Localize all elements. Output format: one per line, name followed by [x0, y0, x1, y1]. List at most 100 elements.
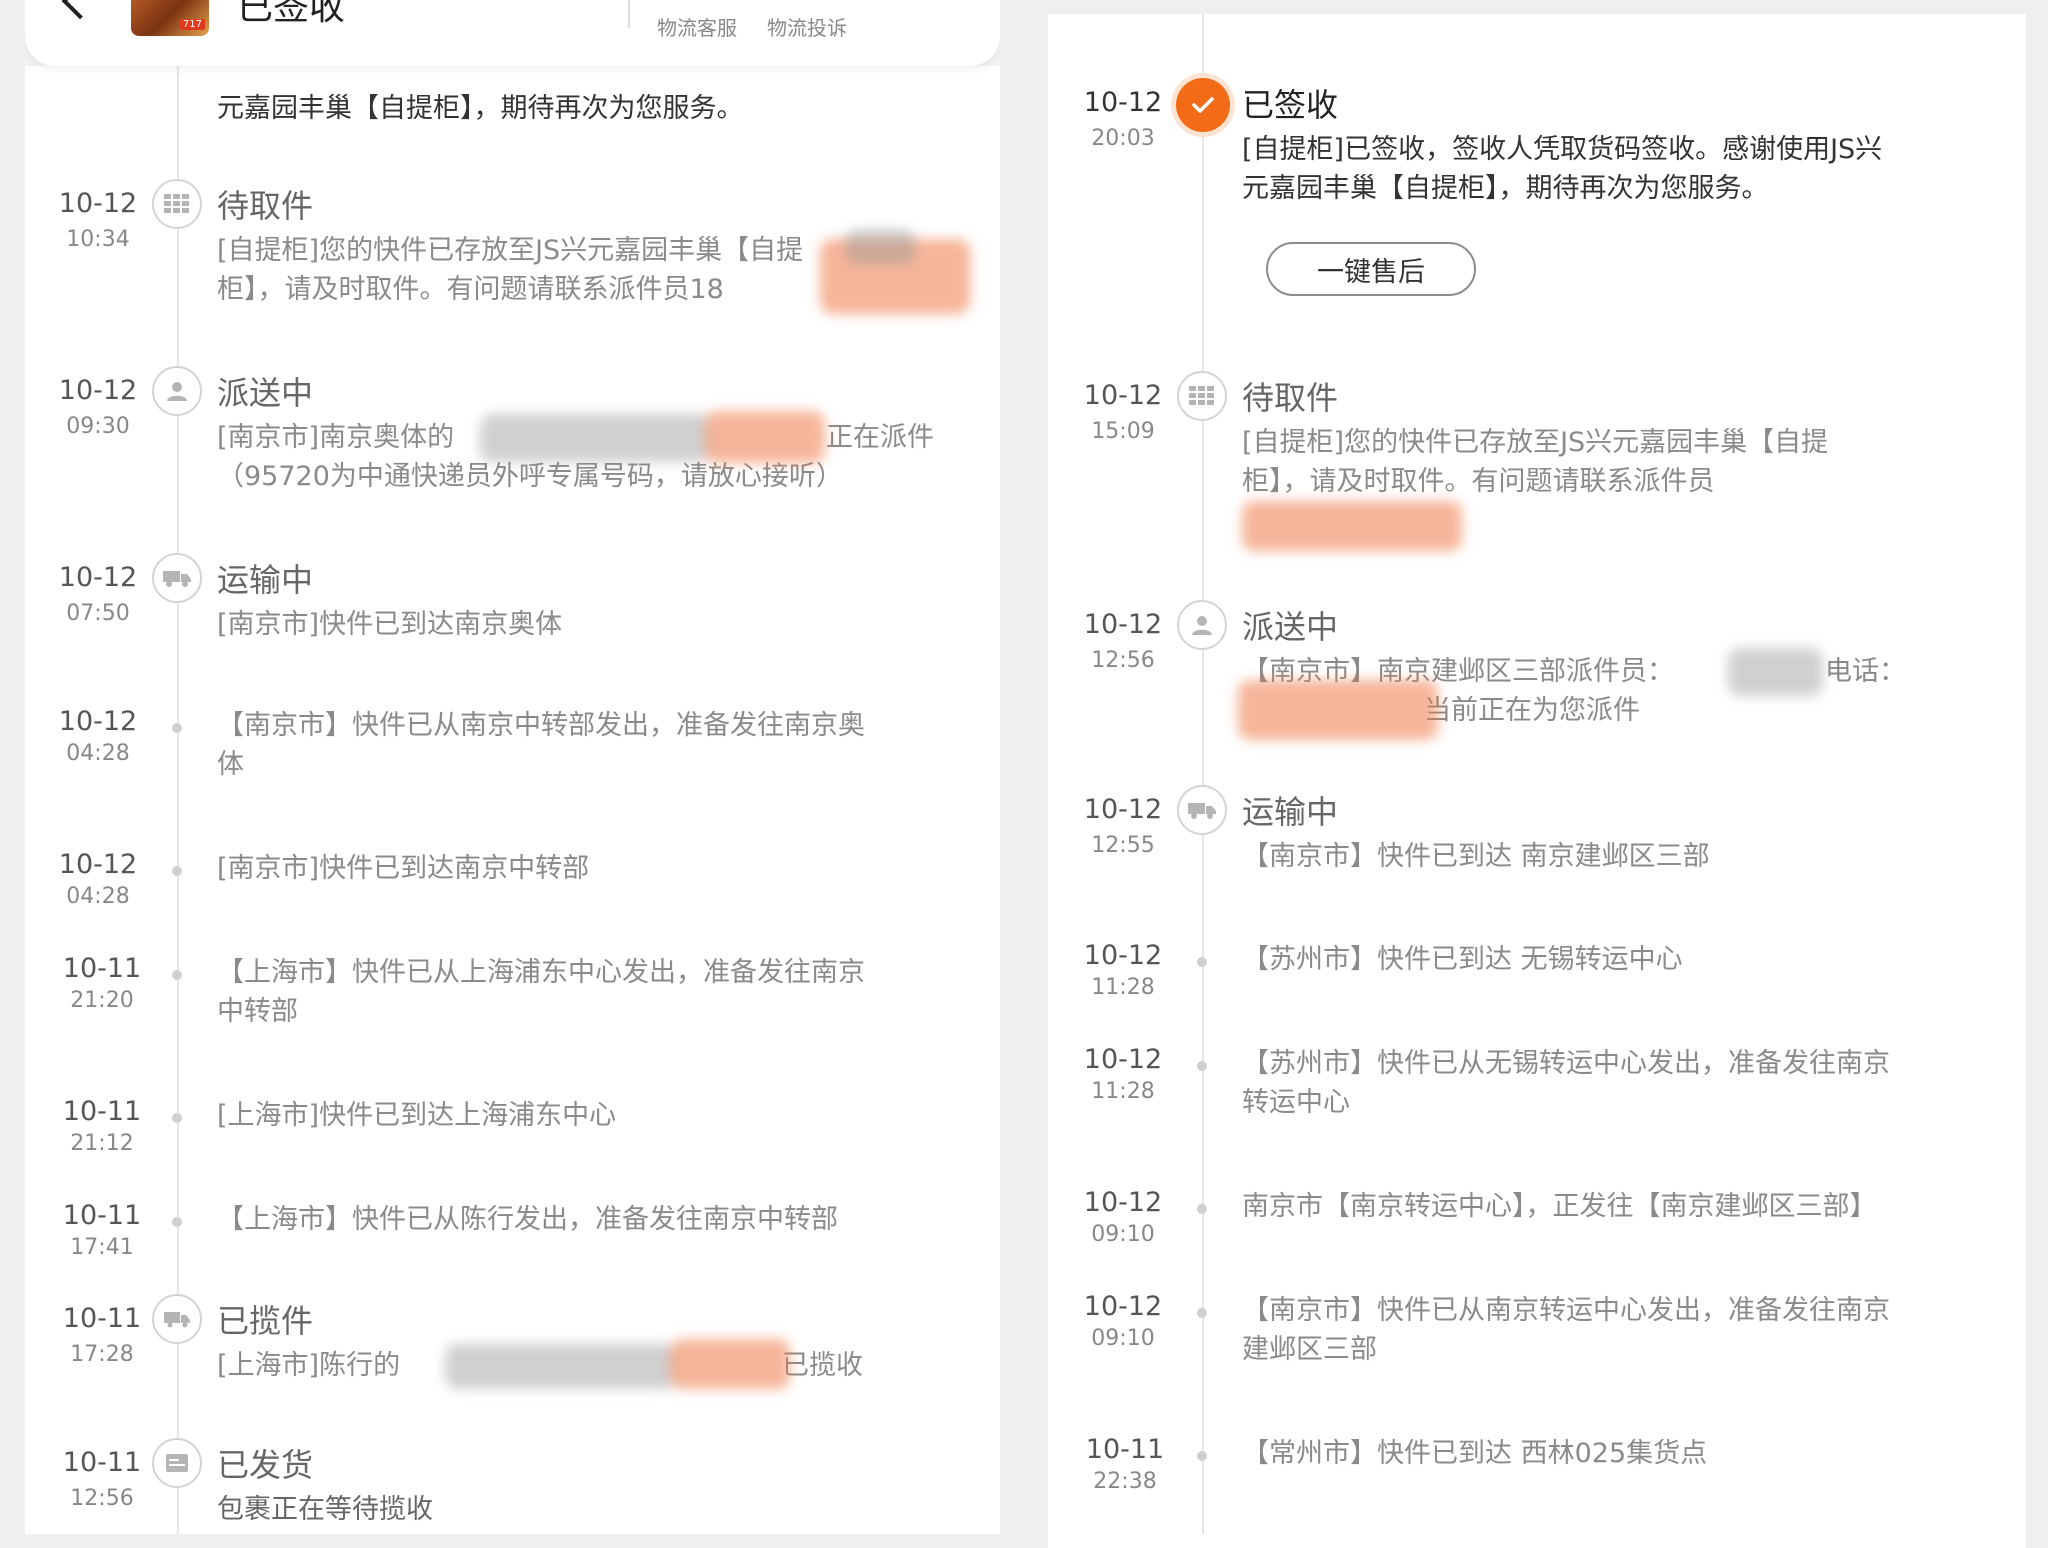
event-detail-line: [南京市]快件已到达南京奥体 — [217, 609, 563, 640]
event-status: 已签收 — [1242, 86, 1339, 124]
event-date: 10-12 — [1083, 609, 1163, 640]
event-detail-line: 电话： — [1825, 656, 1906, 687]
event-detail-line: 南京市【南京转运中心】，正发往【南京建邺区三部】 — [1242, 1191, 1877, 1222]
check-icon — [1176, 78, 1230, 132]
event-detail-line: 【上海市】快件已从上海浦东中心发出，准备发往南京 — [217, 957, 865, 988]
event-date: 10-11 — [62, 1200, 142, 1231]
event-status: 待取件 — [1242, 379, 1339, 417]
timeline-dot — [172, 723, 182, 733]
event-time: 09:10 — [1091, 1326, 1155, 1351]
more-options-icon[interactable]: ··· — [930, 0, 963, 15]
event-status: 已发货 — [217, 1446, 314, 1484]
event-time: 12:56 — [70, 1486, 134, 1511]
timeline-dot — [1197, 1204, 1207, 1214]
courier-icon — [1177, 600, 1227, 650]
event-time: 10:34 — [66, 227, 130, 252]
thumbnail-tag: 717 — [179, 19, 205, 30]
event-detail-line: 【南京市】快件已从南京中转部发出，准备发往南京奥 — [217, 710, 865, 741]
event-status: 运输中 — [217, 561, 314, 599]
event-detail-line: 体 — [217, 749, 244, 780]
redacted-phone — [1242, 501, 1462, 551]
event-time: 09:30 — [66, 414, 130, 439]
event-time: 12:55 — [1091, 833, 1155, 858]
event-detail-line: 柜】，请及时取件。有问题请联系派件员18 — [217, 274, 724, 305]
event-date: 10-12 — [1083, 380, 1163, 411]
event-status: 派送中 — [217, 374, 314, 412]
event-detail-line: [南京市]南京奥体的 — [217, 422, 455, 453]
event-detail-line: 【南京市】快件已从南京转运中心发出，准备发往南京 — [1242, 1295, 1890, 1326]
timeline-dot — [172, 1217, 182, 1227]
event-date: 10-12 — [1083, 1291, 1163, 1322]
event-status: 派送中 — [1242, 608, 1339, 646]
redacted-text — [845, 229, 915, 264]
event-date: 10-12 — [1083, 1044, 1163, 1075]
event-detail-line: [上海市]陈行的 — [217, 1350, 401, 1381]
truck-icon — [152, 553, 202, 603]
event-time: 04:28 — [66, 741, 130, 766]
truck-icon — [1177, 785, 1227, 835]
event-detail-line: 【苏州市】快件已从无锡转运中心发出，准备发往南京 — [1242, 1048, 1890, 1079]
redacted-phone — [670, 1339, 790, 1389]
courier-icon — [152, 366, 202, 416]
timeline-dot — [172, 866, 182, 876]
event-time: 11:28 — [1091, 1079, 1155, 1104]
event-status: 运输中 — [1242, 793, 1339, 831]
event-date: 10-12 — [58, 706, 138, 737]
event-status: 已揽件 — [217, 1302, 314, 1340]
event-time: 22:38 — [1093, 1469, 1157, 1494]
redacted-text — [480, 414, 710, 462]
timeline-line — [1202, 14, 1204, 1534]
event-date: 10-11 — [62, 1096, 142, 1127]
event-time: 12:56 — [1091, 648, 1155, 673]
timeline-dot — [172, 1113, 182, 1123]
header-divider — [628, 0, 630, 28]
event-detail-line: 【上海市】快件已从陈行发出，准备发往南京中转部 — [217, 1204, 838, 1235]
event-detail-line: 【苏州市】快件已到达 无锡转运中心 — [1242, 944, 1683, 975]
locker-icon — [152, 179, 202, 229]
event-time: 21:20 — [70, 988, 134, 1013]
page-header: 717 已签收 物流客服 物流投诉 ··· — [25, 0, 1000, 66]
page-title: 已签收 — [237, 0, 346, 28]
event-date: 10-12 — [58, 375, 138, 406]
logistics-service-link[interactable]: 物流客服 — [657, 12, 737, 41]
left-logistics-panel: 717 已签收 物流客服 物流投诉 ··· 元嘉园丰巢【自提柜】，期待再次为您服… — [25, 0, 1000, 1534]
left-timeline: 元嘉园丰巢【自提柜】，期待再次为您服务。 10-12 10:34 待取件 [自提… — [25, 66, 1000, 1534]
event-date: 10-11 — [1085, 1434, 1165, 1465]
event-date: 10-11 — [62, 1303, 142, 1334]
redacted-phone — [1238, 680, 1438, 740]
previous-event-detail: 元嘉园丰巢【自提柜】，期待再次为您服务。 — [217, 93, 744, 124]
event-detail-line: [南京市]快件已到达南京中转部 — [217, 853, 590, 884]
after-sale-button[interactable]: 一键售后 — [1266, 242, 1476, 296]
pickup-icon — [152, 1294, 202, 1344]
event-time: 04:28 — [66, 884, 130, 909]
redacted-phone — [705, 411, 825, 463]
event-date: 10-12 — [1083, 1187, 1163, 1218]
event-detail-line: 中转部 — [217, 996, 298, 1027]
redacted-text — [1728, 648, 1823, 696]
timeline-dot — [1197, 1308, 1207, 1318]
locker-icon — [1177, 371, 1227, 421]
timeline-dot — [1197, 957, 1207, 967]
logistics-complaint-link[interactable]: 物流投诉 — [767, 12, 847, 41]
product-thumbnail[interactable]: 717 — [131, 0, 209, 36]
event-time: 17:28 — [70, 1342, 134, 1367]
event-time: 17:41 — [70, 1235, 134, 1260]
event-status: 待取件 — [217, 187, 314, 225]
back-arrow-icon[interactable] — [61, 0, 99, 20]
event-detail-line: 转运中心 — [1242, 1087, 1350, 1118]
event-time: 15:09 — [1091, 419, 1155, 444]
event-detail-line: [自提柜]已签收，签收人凭取货码签收。感谢使用JS兴 — [1242, 134, 1883, 165]
event-detail-line: 已揽收 — [782, 1350, 863, 1381]
event-time: 11:28 — [1091, 975, 1155, 1000]
event-detail-line: 【常州市】快件已到达 西林025集货点 — [1242, 1438, 1708, 1469]
event-date: 10-12 — [58, 849, 138, 880]
shipped-icon — [152, 1438, 202, 1488]
event-date: 10-12 — [1083, 940, 1163, 971]
timeline-dot — [1197, 1451, 1207, 1461]
event-detail-line: 当前正在为您派件 — [1424, 695, 1640, 726]
event-time: 07:50 — [66, 601, 130, 626]
right-logistics-panel: 10-12 20:03 已签收 [自提柜]已签收，签收人凭取货码签收。感谢使用J… — [1048, 14, 2026, 1548]
event-date: 10-11 — [62, 953, 142, 984]
event-detail-line: 柜】，请及时取件。有问题请联系派件员 — [1242, 466, 1715, 497]
event-detail-line: [自提柜]您的快件已存放至JS兴元嘉园丰巢【自提 — [1242, 427, 1829, 458]
